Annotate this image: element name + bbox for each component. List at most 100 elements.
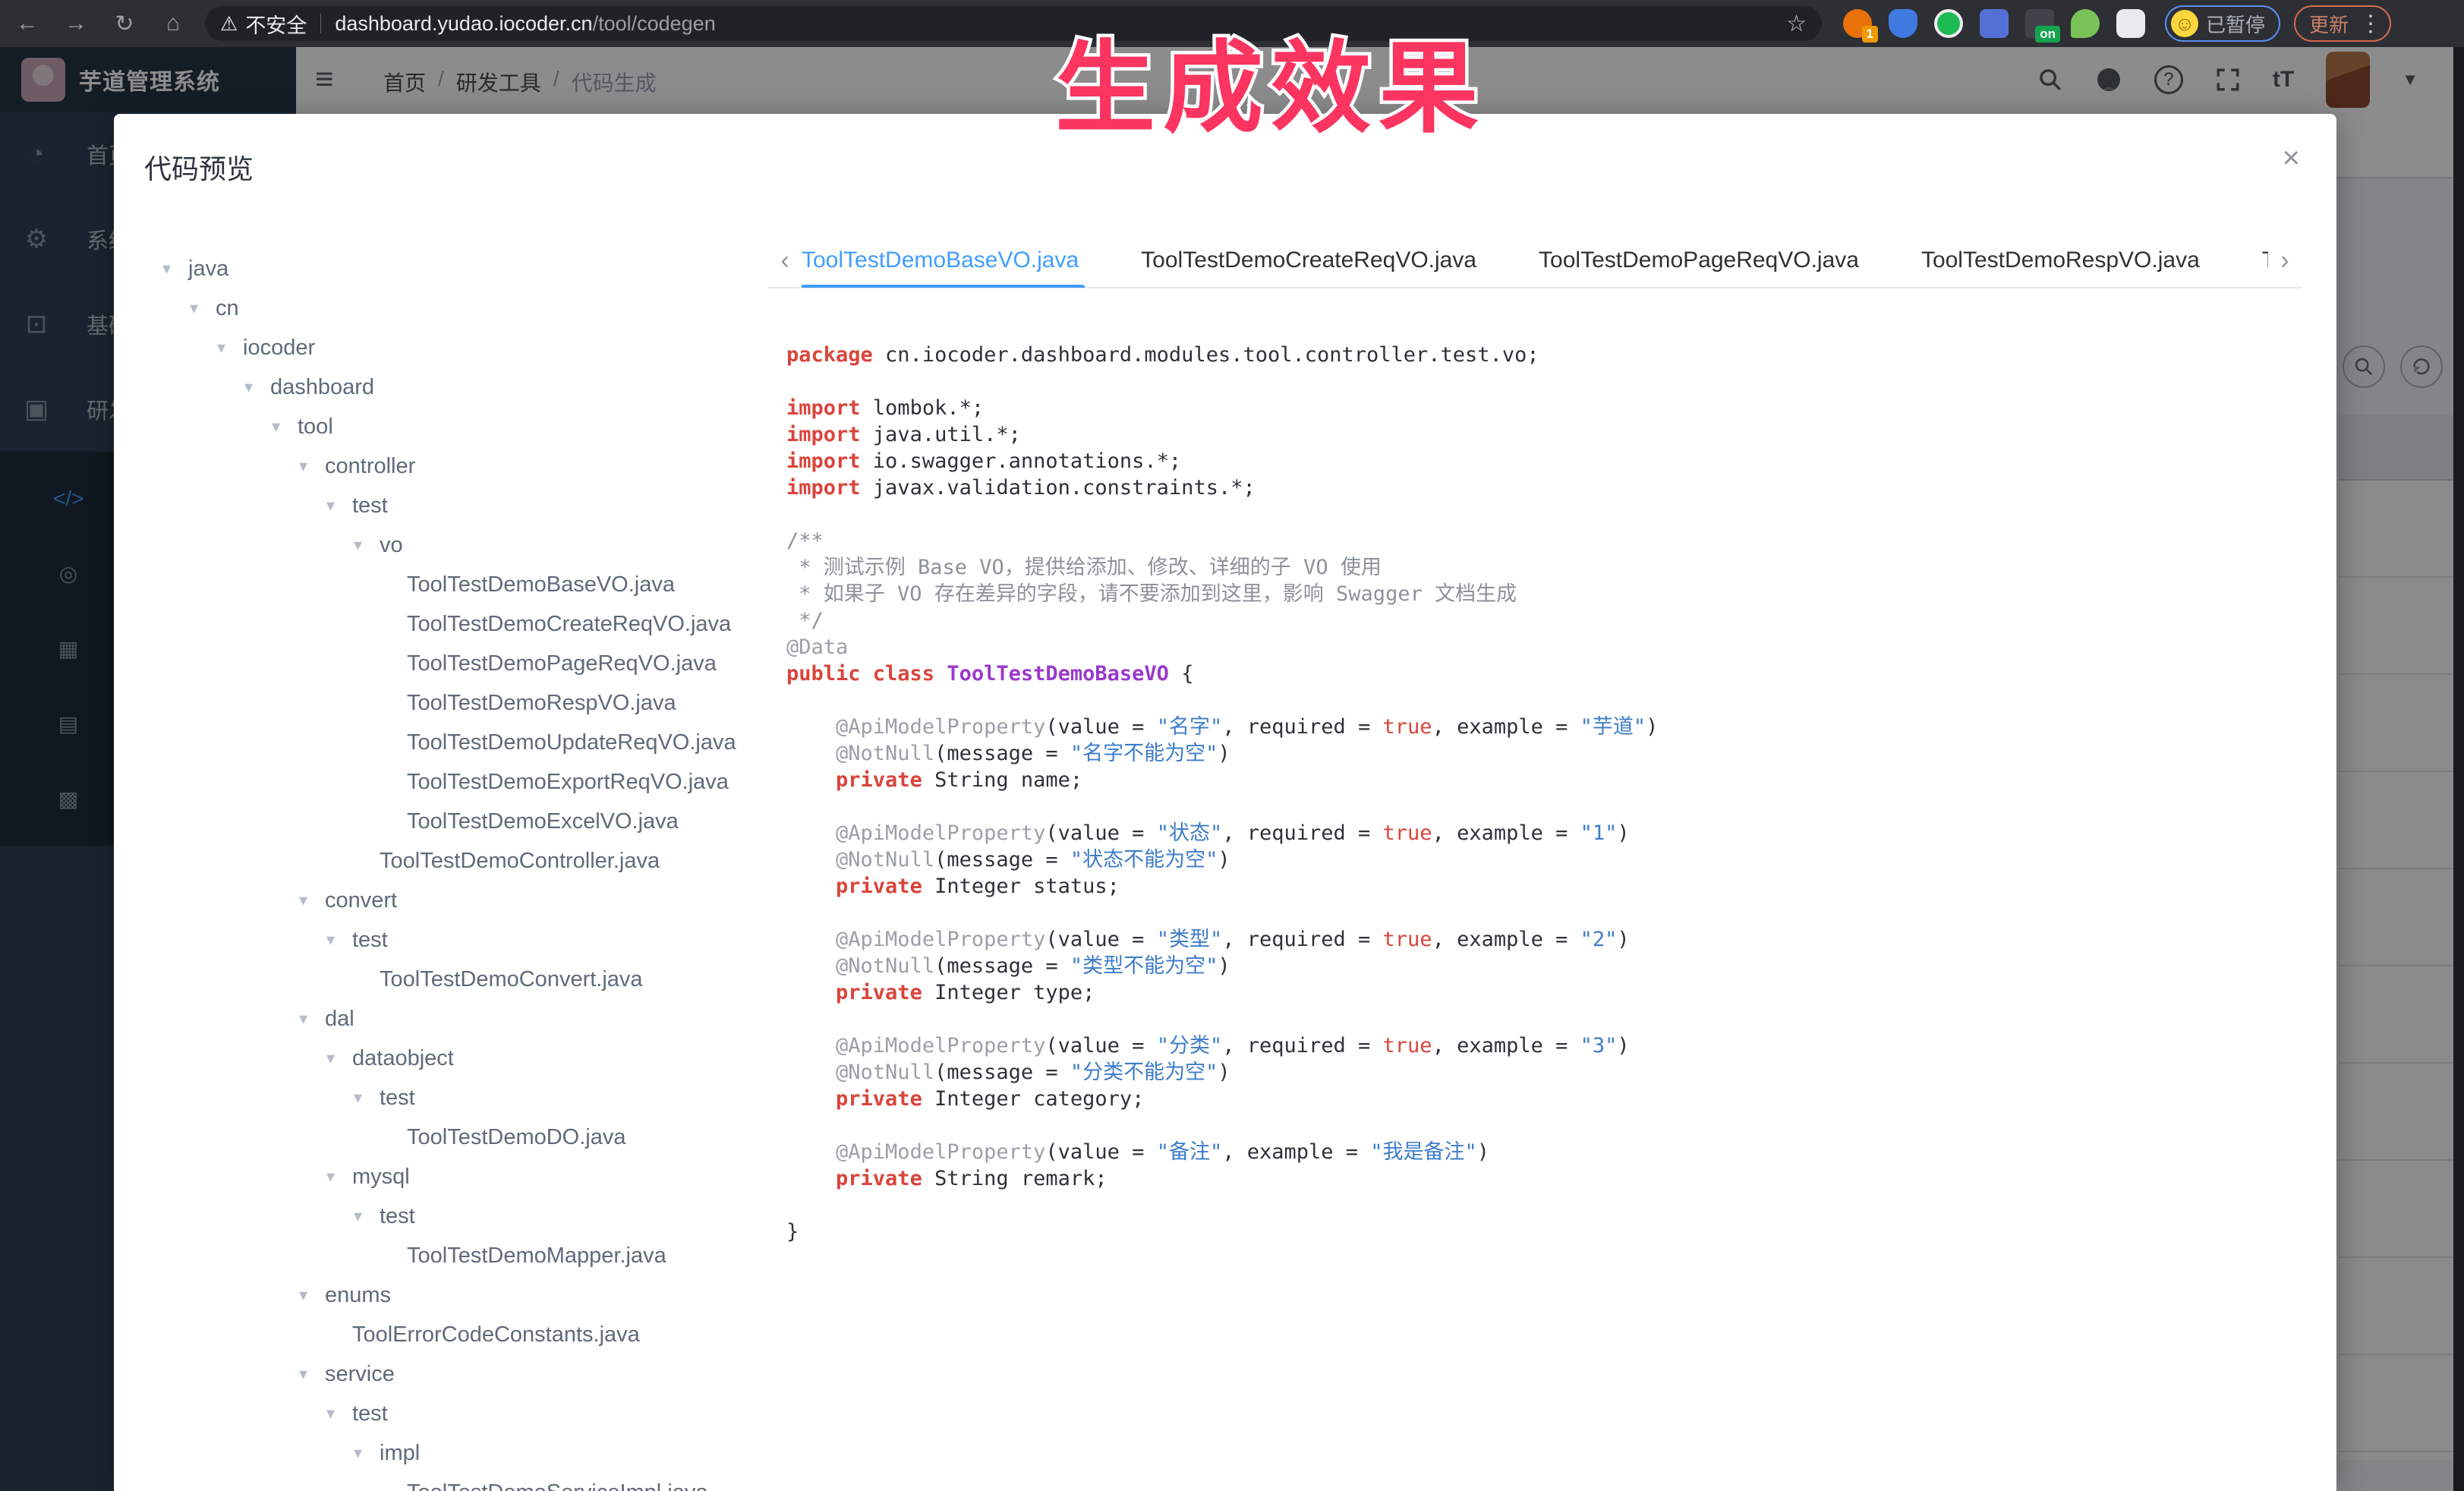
tree-caret-icon[interactable]: ▾ [326, 496, 352, 515]
tree-folder[interactable]: ▾test [114, 1394, 767, 1433]
code-token: java.util.*; [861, 423, 1021, 446]
tree-folder[interactable]: ▾test [114, 486, 767, 525]
tree-folder[interactable]: ▾cn [114, 288, 767, 328]
forward-icon[interactable]: → [55, 7, 97, 40]
tree-folder[interactable]: ▾impl [114, 1433, 767, 1473]
tree-caret-icon[interactable]: ▾ [272, 417, 298, 437]
code-token: io.swagger.annotations.*; [861, 449, 1182, 473]
tree-folder[interactable]: ▾test [114, 1078, 767, 1117]
tree-file[interactable]: ▾ToolTestDemoController.java [114, 841, 767, 881]
tree-folder[interactable]: ▾enums [114, 1275, 767, 1315]
tree-folder[interactable]: ▾java [114, 249, 767, 288]
tree-caret-icon[interactable]: ▾ [299, 1009, 325, 1029]
code-line [786, 368, 2305, 395]
code-token: import [786, 396, 861, 420]
browser-menu-icon[interactable]: ⋮ [2359, 11, 2382, 37]
tree-file[interactable]: ▾ToolTestDemoExcelVO.java [114, 802, 767, 841]
tree-caret-icon[interactable]: ▾ [354, 1088, 380, 1108]
extension-icon[interactable]: on [2025, 9, 2054, 38]
tree-folder[interactable]: ▾test [114, 920, 767, 960]
tree-caret-icon[interactable]: ▾ [299, 1364, 325, 1384]
file-tab[interactable]: ToolTestDemoCreateReqVO.java [1141, 233, 1476, 288]
code-line: import lombok.*; [786, 395, 2305, 421]
tree-folder[interactable]: ▾service [114, 1354, 767, 1394]
file-tree: ▾java▾cn▾iocoder▾dashboard▾tool▾controll… [114, 249, 767, 1491]
tree-file[interactable]: ▾ToolTestDemoUpdateReqVO.java [114, 723, 767, 762]
file-tab[interactable]: ToolTestDemoBaseVO.java [802, 233, 1079, 288]
tree-file[interactable]: ▾ToolTestDemoPageReqVO.java [114, 644, 767, 683]
tree-caret-icon[interactable]: ▾ [326, 1404, 352, 1423]
code-token: ) [1617, 821, 1629, 845]
extension-icon[interactable] [1980, 9, 2009, 38]
code-line: import io.swagger.annotations.*; [786, 448, 2305, 474]
bookmark-star-icon[interactable]: ☆ [1786, 11, 1807, 37]
tree-folder[interactable]: ▾mysql [114, 1157, 767, 1196]
extension-icon[interactable]: 1 [1843, 9, 1872, 38]
extension-icon[interactable] [1889, 9, 1917, 38]
tree-folder[interactable]: ▾dal [114, 999, 767, 1039]
tree-caret-icon[interactable]: ▾ [354, 535, 380, 555]
tree-caret-icon[interactable]: ▾ [244, 377, 270, 397]
tree-folder[interactable]: ▾tool [114, 407, 767, 446]
tree-caret-icon[interactable]: ▾ [354, 1443, 380, 1463]
tree-file[interactable]: ▾ToolTestDemoDO.java [114, 1117, 767, 1157]
tree-caret-icon[interactable]: ▾ [299, 456, 325, 476]
tree-caret-icon[interactable]: ▾ [190, 298, 216, 318]
tree-file[interactable]: ▾ToolTestDemoBaseVO.java [114, 565, 767, 604]
tree-caret-icon[interactable]: ▾ [354, 1206, 380, 1226]
code-line: @ApiModelProperty(value = "类型", required… [786, 926, 2305, 953]
back-icon[interactable]: ← [6, 7, 49, 40]
tree-node-label: ToolTestDemoConvert.java [380, 967, 643, 992]
extension-icon[interactable] [1934, 9, 1963, 38]
tree-folder[interactable]: ▾iocoder [114, 328, 767, 367]
chrome-update-button[interactable]: 更新 ⋮ [2294, 5, 2391, 42]
tree-caret-icon[interactable]: ▾ [217, 338, 243, 358]
tree-file[interactable]: ▾ToolTestDemoConvert.java [114, 960, 767, 999]
profile-emoji-icon: ☺ [2171, 10, 2198, 37]
code-line: */ [786, 607, 2305, 634]
file-tab[interactable]: ToolTestDemoRespVO.java [1921, 233, 2200, 288]
tree-caret-icon[interactable]: ▾ [326, 1048, 352, 1068]
security-label[interactable]: 不安全 [245, 9, 307, 39]
tree-caret-icon[interactable]: ▾ [162, 259, 188, 279]
code-token [786, 848, 836, 872]
tree-folder[interactable]: ▾dashboard [114, 367, 767, 407]
tree-file[interactable]: ▾ToolTestDemoCreateReqVO.java [114, 604, 767, 644]
page-scrollbar[interactable] [2453, 47, 2464, 1491]
tree-caret-icon[interactable]: ▾ [299, 891, 325, 910]
tabs-scroll-left-icon[interactable]: ‹ [768, 246, 802, 276]
tree-file[interactable]: ▾ToolErrorCodeConstants.java [114, 1315, 767, 1354]
reload-icon[interactable]: ↻ [103, 7, 146, 40]
address-bar[interactable]: ⚠ 不安全 dashboard.yudao.iocoder.cn /tool/c… [205, 6, 1822, 41]
tree-file[interactable]: ▾ToolTestDemoServiceImpl.java [114, 1473, 767, 1491]
close-icon[interactable]: × [2283, 143, 2300, 173]
tree-folder[interactable]: ▾dataobject [114, 1039, 767, 1078]
code-token: (value = [1045, 928, 1156, 951]
extension-icon[interactable] [2071, 9, 2100, 38]
tree-folder[interactable]: ▾vo [114, 525, 767, 565]
tree-caret-icon[interactable]: ▾ [326, 1167, 352, 1187]
code-viewer[interactable]: package cn.iocoder.dashboard.modules.too… [786, 342, 2305, 1488]
code-line: /** [786, 528, 2305, 554]
tree-folder[interactable]: ▾convert [114, 881, 767, 920]
file-tab[interactable]: ToolTestDemoPageReqVO.java [1539, 233, 1859, 288]
tree-file[interactable]: ▾ToolTestDemoMapper.java [114, 1236, 767, 1275]
extensions-puzzle-icon[interactable] [2116, 9, 2145, 38]
tree-folder[interactable]: ▾controller [114, 446, 767, 486]
tree-file[interactable]: ▾ToolTestDemoExportReqVO.java [114, 762, 767, 802]
tree-file[interactable]: ▾ToolTestDemoRespVO.java [114, 683, 767, 723]
code-token: cn.iocoder.dashboard.modules.tool.contro… [873, 343, 1539, 367]
tabs-scroll-right-icon[interactable]: › [2268, 246, 2302, 276]
tree-folder[interactable]: ▾test [114, 1196, 767, 1236]
code-line: @ApiModelProperty(value = "分类", required… [786, 1032, 2305, 1059]
code-token [786, 1167, 836, 1190]
file-tab[interactable]: ToolTe [2262, 233, 2268, 288]
dialog-title: 代码预览 [144, 147, 254, 187]
tree-caret-icon[interactable]: ▾ [299, 1285, 325, 1305]
code-token: } [786, 1220, 799, 1244]
tree-caret-icon[interactable]: ▾ [326, 930, 352, 950]
profile-paused-chip[interactable]: ☺ 已暂停 [2165, 5, 2280, 42]
code-token: (value = [1045, 1034, 1156, 1058]
code-token: private [836, 1087, 922, 1111]
home-icon[interactable]: ⌂ [152, 7, 194, 40]
